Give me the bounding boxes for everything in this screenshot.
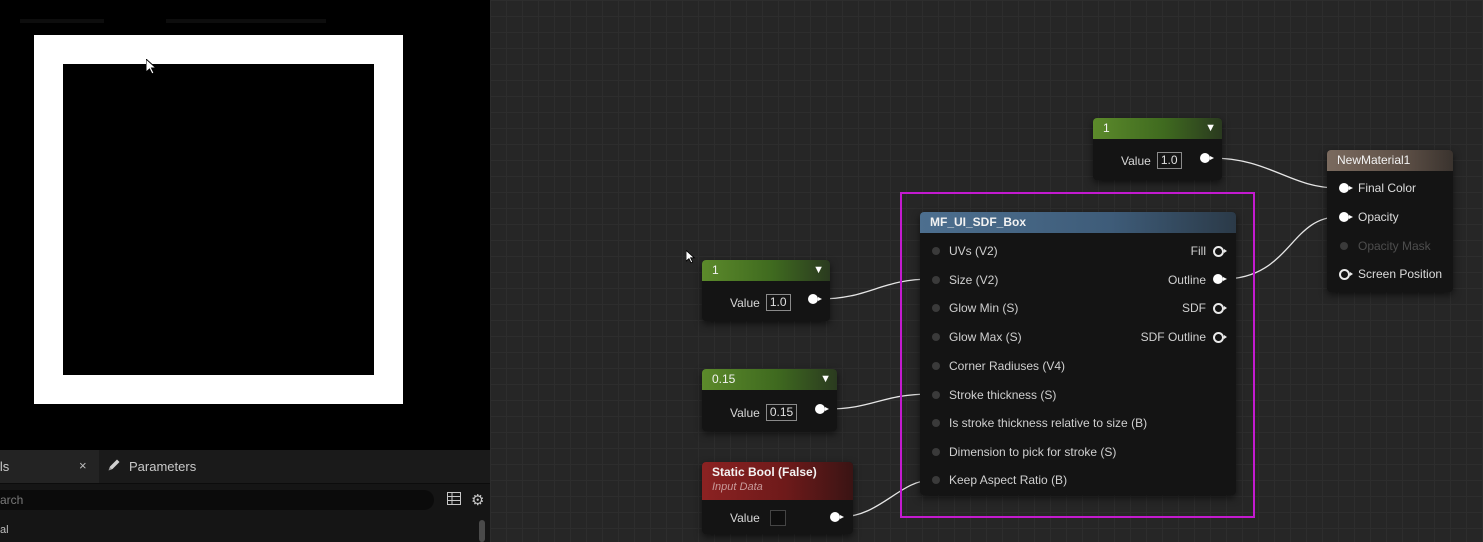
input-label: Size (V2) bbox=[949, 273, 999, 287]
search-input[interactable]: arch bbox=[0, 490, 434, 510]
preview-viewport[interactable] bbox=[0, 0, 490, 450]
constant-value-row: Value 0.15 bbox=[730, 404, 798, 421]
table-view-icon[interactable] bbox=[447, 492, 461, 510]
constant-node-header[interactable]: 0.15 ▼ bbox=[702, 369, 837, 390]
output-pin-icon[interactable] bbox=[1213, 303, 1227, 314]
constant-node-title: 1 bbox=[712, 263, 719, 277]
input-pin-icon[interactable] bbox=[1339, 269, 1353, 280]
input-pin-icon[interactable] bbox=[1339, 212, 1353, 222]
input-pin-icon[interactable] bbox=[932, 419, 940, 427]
constant-node-final-color[interactable]: 1 ▼ Value 1.0 bbox=[1093, 118, 1222, 180]
input-pin-icon[interactable] bbox=[1340, 242, 1348, 250]
constant-node-size[interactable]: 1 ▼ Value 1.0 bbox=[702, 260, 830, 321]
viewport-toolbar-ghost bbox=[166, 19, 326, 23]
value-field[interactable]: 0.15 bbox=[765, 404, 798, 421]
sdf-box-title: MF_UI_SDF_Box bbox=[930, 215, 1027, 229]
input-label: Stroke thickness (S) bbox=[949, 388, 1057, 402]
output-pin-icon[interactable] bbox=[1213, 332, 1227, 343]
output-pin-icon[interactable] bbox=[1213, 246, 1227, 257]
constant-node-stroke-thickness[interactable]: 0.15 ▼ Value 0.15 bbox=[702, 369, 837, 431]
preview-outline-box bbox=[34, 35, 403, 404]
output-pin-icon[interactable] bbox=[808, 294, 822, 304]
constant-node-header[interactable]: 1 ▼ bbox=[702, 260, 830, 281]
input-pin-icon[interactable] bbox=[932, 362, 940, 370]
static-bool-title: Static Bool (False) bbox=[712, 465, 817, 479]
preview-inner-box bbox=[63, 64, 374, 375]
result-input-label: Final Color bbox=[1358, 181, 1417, 195]
value-checkbox[interactable] bbox=[769, 510, 786, 526]
constant-node-title: 0.15 bbox=[712, 372, 736, 386]
input-label: Glow Min (S) bbox=[949, 301, 1019, 315]
output-pin-icon[interactable] bbox=[830, 512, 844, 522]
value-label: Value bbox=[1121, 153, 1151, 168]
input-label: Glow Max (S) bbox=[949, 330, 1022, 344]
value-field[interactable]: 1.0 bbox=[765, 294, 791, 311]
input-label: UVs (V2) bbox=[949, 244, 998, 258]
input-pin-icon[interactable] bbox=[932, 276, 940, 284]
material-result-node[interactable]: NewMaterial1 Final Color Opacity Opacity… bbox=[1327, 150, 1453, 292]
output-pin-icon[interactable] bbox=[1213, 274, 1227, 284]
sdf-box-header[interactable]: MF_UI_SDF_Box bbox=[920, 212, 1236, 233]
input-pin-icon[interactable] bbox=[932, 304, 940, 312]
input-pin-icon[interactable] bbox=[932, 391, 940, 399]
sdf-box-function-node[interactable]: MF_UI_SDF_Box UVs (V2) Size (V2) Glow Mi… bbox=[920, 212, 1236, 495]
static-bool-value-row: Value bbox=[730, 510, 786, 526]
chevron-down-icon[interactable]: ▼ bbox=[813, 260, 824, 281]
result-input-label: Opacity Mask bbox=[1358, 239, 1431, 253]
static-bool-subtitle: Input Data bbox=[712, 481, 763, 493]
result-input-label: Screen Position bbox=[1358, 267, 1443, 281]
material-result-header[interactable]: NewMaterial1 bbox=[1327, 150, 1453, 171]
constant-value-row: Value 1.0 bbox=[730, 294, 791, 311]
value-label: Value bbox=[730, 511, 760, 525]
output-pin-icon[interactable] bbox=[815, 404, 829, 414]
output-label: Outline bbox=[1167, 273, 1206, 287]
output-label: SDF bbox=[1182, 301, 1206, 315]
pencil-icon bbox=[107, 458, 121, 475]
input-label: Dimension to pick for stroke (S) bbox=[949, 445, 1117, 459]
close-icon[interactable]: × bbox=[79, 458, 87, 473]
input-label: Keep Aspect Ratio (B) bbox=[949, 473, 1068, 487]
panel-scrollbar[interactable] bbox=[479, 520, 485, 542]
gear-icon[interactable]: ⚙ bbox=[471, 491, 484, 509]
value-field[interactable]: 1.0 bbox=[1156, 152, 1182, 169]
chevron-down-icon[interactable]: ▼ bbox=[820, 369, 831, 390]
tab-details-label: ils bbox=[0, 459, 10, 474]
result-input-label: Opacity bbox=[1358, 210, 1399, 224]
constant-node-title: 1 bbox=[1103, 121, 1110, 135]
tab-details[interactable]: ils × bbox=[0, 450, 99, 483]
panel-tab-bar: ils × Parameters bbox=[0, 450, 490, 484]
constant-node-header[interactable]: 1 ▼ bbox=[1093, 118, 1222, 139]
tab-parameters-label: Parameters bbox=[129, 459, 197, 474]
input-label: Corner Radiuses (V4) bbox=[949, 359, 1066, 373]
input-pin-icon[interactable] bbox=[932, 247, 940, 255]
tab-parameters[interactable]: Parameters bbox=[107, 450, 196, 483]
static-bool-header[interactable]: Static Bool (False) Input Data bbox=[702, 462, 853, 500]
input-pin-icon[interactable] bbox=[1339, 183, 1353, 193]
details-category-row[interactable]: al bbox=[0, 524, 9, 536]
input-pin-icon[interactable] bbox=[932, 333, 940, 341]
value-label: Value bbox=[730, 295, 760, 310]
viewport-toolbar-ghost bbox=[20, 19, 104, 23]
details-panel: ils × Parameters arch ⚙ al bbox=[0, 450, 490, 542]
material-result-title: NewMaterial1 bbox=[1337, 153, 1411, 167]
input-label: Is stroke thickness relative to size (B) bbox=[949, 416, 1148, 430]
value-label: Value bbox=[730, 405, 760, 420]
input-pin-icon[interactable] bbox=[932, 476, 940, 484]
constant-value-row: Value 1.0 bbox=[1121, 152, 1182, 169]
input-pin-icon[interactable] bbox=[932, 448, 940, 456]
static-bool-node[interactable]: Static Bool (False) Input Data Value bbox=[702, 462, 853, 534]
output-label: Fill bbox=[1190, 244, 1206, 258]
output-label: SDF Outline bbox=[1140, 330, 1206, 344]
chevron-down-icon[interactable]: ▼ bbox=[1205, 118, 1216, 139]
output-pin-icon[interactable] bbox=[1200, 153, 1214, 163]
